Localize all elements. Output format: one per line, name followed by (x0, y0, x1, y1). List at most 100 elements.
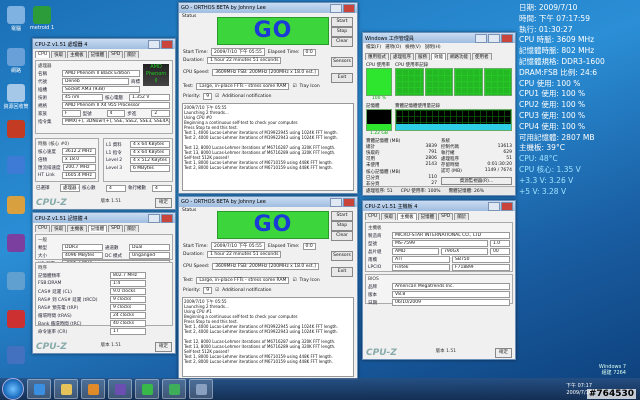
tab-processes[interactable]: 處理程序 (390, 53, 414, 60)
clear-button[interactable]: Clear (331, 37, 353, 47)
start-button[interactable]: Start (331, 211, 353, 221)
tab-caches[interactable]: 快取 (51, 225, 67, 232)
tab-caches[interactable]: 快取 (381, 213, 397, 220)
minimize-button[interactable] (475, 33, 487, 43)
exit-button[interactable]: Exit (331, 267, 353, 277)
taskbar-explorer[interactable] (54, 379, 78, 399)
clear-button[interactable]: Clear (331, 231, 353, 241)
tray-icon-checkbox[interactable]: ☑ (292, 278, 296, 283)
tab-about[interactable]: 關於 (124, 51, 140, 58)
desktop-icon-recycle[interactable]: 資源回收筒 (2, 84, 30, 110)
test-select[interactable]: Large, in-place FFTs - stress some RAM (196, 83, 290, 90)
tab-networking[interactable]: 網路功能 (447, 53, 471, 60)
tab-spd[interactable]: SPD (438, 213, 454, 220)
tray-icon-checkbox[interactable]: ☑ (292, 84, 296, 89)
tab-memory[interactable]: 記憶體 (87, 225, 108, 232)
start-button[interactable] (2, 378, 24, 400)
minimize-button[interactable] (148, 39, 160, 49)
tab-mainboard[interactable]: 主機板 (397, 213, 417, 220)
sensors-button[interactable]: Sensors (331, 57, 353, 67)
title-bar[interactable]: CPU-Z v1.51 主機板 4 (363, 201, 515, 211)
tab-memory[interactable]: 記憶體 (87, 51, 108, 58)
desktop-icon-app-3[interactable] (2, 196, 30, 215)
menu-file[interactable]: 檔案(F) (366, 44, 381, 50)
cpuz-memory-window[interactable]: CPU-Z v1.51 記憶體 4 CPU 快取 主機板 記憶體 SPD 關於 … (32, 212, 176, 354)
desktop-icon-app-2[interactable] (2, 156, 30, 175)
resource-monitor-button[interactable]: 資源監視器(R)... (441, 177, 512, 185)
desktop-icon-metroid[interactable]: metroid 1 (28, 6, 56, 31)
title-bar[interactable]: CPU-Z v1.51 記憶體 4 (33, 213, 175, 223)
ok-button[interactable]: 確定 (154, 342, 172, 352)
timing-label: 命令速率 (CR) (38, 329, 68, 335)
close-button[interactable] (161, 213, 173, 223)
orthos-log[interactable]: 2009/7/10 下午 05:55 Launching 2 threads..… (182, 103, 354, 191)
close-button[interactable] (161, 39, 173, 49)
tab-cpu[interactable]: CPU (35, 51, 51, 58)
desktop-icon-network[interactable]: 網路 (2, 48, 30, 74)
taskbar-taskmgr[interactable] (162, 379, 186, 399)
ok-button[interactable]: 確定 (494, 348, 512, 358)
desktop-icon-app-1[interactable] (2, 120, 30, 139)
start-button[interactable]: Start (331, 17, 353, 27)
tab-cpu[interactable]: CPU (35, 225, 51, 232)
minimize-button[interactable] (148, 213, 160, 223)
title-bar[interactable]: GO - ORTHOS BETA by Johnny Lee (179, 197, 357, 207)
tab-cpu[interactable]: CPU (365, 213, 381, 220)
task-manager-window[interactable]: Windows 工作管理員 檔案(F) 選項(O) 檢視(V) 說明(H) 應用… (362, 32, 516, 196)
notify-checkbox[interactable]: ☑ (215, 94, 219, 99)
elapsed-value: 0:0 (302, 48, 316, 56)
minimize-button[interactable] (488, 201, 500, 211)
test-select[interactable]: Large, in-place FFTs - stress some RAM (196, 277, 290, 284)
close-button[interactable] (501, 33, 513, 43)
orthos-window-1[interactable]: GO - ORTHOS BETA by Johnny Lee Status GO… (178, 2, 358, 194)
cpuz-mainboard-window[interactable]: CPU-Z v1.51 主機板 4 CPU 快取 主機板 記憶體 SPD 關於 … (362, 200, 516, 360)
taskbar-ie[interactable] (27, 379, 51, 399)
minimize-button[interactable] (330, 197, 342, 207)
desktop-icon-app-4[interactable] (2, 234, 30, 253)
tab-memory[interactable]: 記憶體 (417, 213, 438, 220)
cpuz-cpu-window[interactable]: CPU-Z v1.51 處理器 4 CPU 快取 主機板 記憶體 SPD 關於 … (32, 38, 176, 210)
priority-select[interactable]: 9 (203, 287, 213, 294)
tab-caches[interactable]: 快取 (51, 51, 67, 58)
taskbar-media[interactable] (81, 379, 105, 399)
menu-options[interactable]: 選項(O) (385, 44, 401, 50)
close-button[interactable] (501, 201, 513, 211)
menu-help[interactable]: 說明(H) (425, 44, 441, 50)
close-button[interactable] (343, 3, 355, 13)
tab-applications[interactable]: 應用程式 (365, 53, 389, 60)
maximize-button[interactable] (488, 33, 500, 43)
stop-button[interactable]: Stop (331, 27, 353, 37)
orthos-window-2[interactable]: GO - ORTHOS BETA by Johnny Lee Status GO… (178, 196, 358, 380)
desktop-icon-computer[interactable]: 電腦 (2, 6, 30, 32)
tab-performance[interactable]: 效能 (431, 53, 446, 60)
tab-spd[interactable]: SPD (108, 51, 124, 58)
group-title: 時序 (38, 266, 47, 271)
tab-about[interactable]: 關於 (454, 213, 470, 220)
tab-services[interactable]: 服務 (415, 53, 430, 60)
orthos-log[interactable]: 2009/7/10 下午 05:55 Launching 2 threads..… (182, 297, 354, 377)
tab-about[interactable]: 關於 (124, 225, 140, 232)
ok-button[interactable]: 確定 (154, 198, 172, 208)
notify-checkbox[interactable]: ☑ (215, 288, 219, 293)
taskbar-cpuz[interactable] (108, 379, 132, 399)
sensors-button[interactable]: Sensors (331, 251, 353, 261)
desktop-icon-app-5[interactable] (2, 272, 30, 291)
exit-button[interactable]: Exit (331, 73, 353, 83)
close-button[interactable] (343, 197, 355, 207)
processor-select[interactable]: 處理器 #1 (60, 184, 80, 192)
title-bar[interactable]: GO - ORTHOS BETA by Johnny Lee (179, 3, 357, 13)
desktop-icon-app-6[interactable] (2, 310, 30, 329)
menu-view[interactable]: 檢視(V) (405, 44, 421, 50)
priority-select[interactable]: 9 (203, 93, 213, 100)
taskbar-orthos[interactable] (135, 379, 159, 399)
tab-spd[interactable]: SPD (108, 225, 124, 232)
title-bar[interactable]: CPU-Z v1.51 處理器 4 (33, 39, 175, 49)
minimize-button[interactable] (330, 3, 342, 13)
tab-users[interactable]: 使用者 (472, 53, 492, 60)
tab-mainboard[interactable]: 主機板 (67, 225, 87, 232)
desktop-icon-app-7[interactable] (2, 346, 30, 365)
title-bar[interactable]: Windows 工作管理員 (363, 33, 515, 43)
tab-mainboard[interactable]: 主機板 (67, 51, 87, 58)
stop-button[interactable]: Stop (331, 221, 353, 231)
taskbar-app[interactable] (189, 379, 213, 399)
